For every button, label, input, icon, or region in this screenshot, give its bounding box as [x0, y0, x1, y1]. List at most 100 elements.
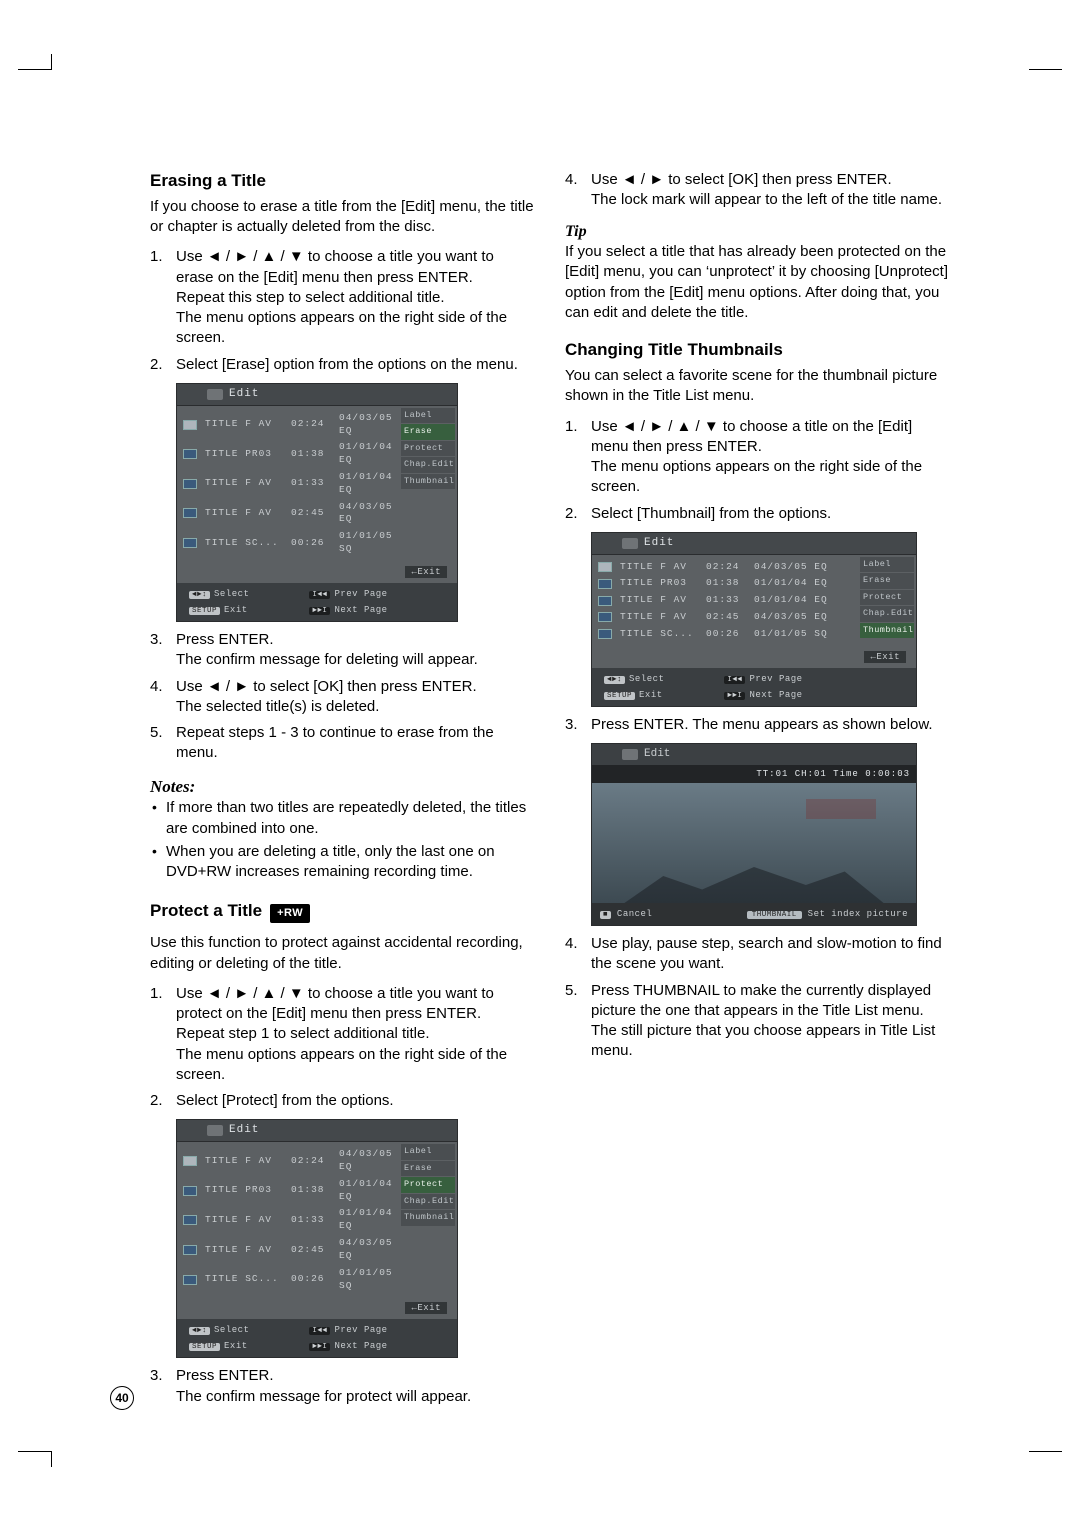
- rw-badge: +RW: [270, 904, 310, 923]
- step-1: Use ◄ / ► / ▲ / ▼ to choose a title you …: [150, 984, 535, 1085]
- table-row: TITLE F AV 02:45 04/03/05 EQ: [177, 499, 399, 529]
- title-name: TITLE SC...: [620, 628, 698, 641]
- hint: ◄►↕Select: [604, 673, 664, 685]
- title-dur: 00:26: [291, 537, 331, 550]
- title-dur: 01:33: [291, 1214, 331, 1227]
- opt-erase: Erase: [401, 1161, 455, 1176]
- edit-menu-header: Edit: [592, 533, 916, 555]
- title-name: TITLE PR03: [205, 448, 283, 461]
- table-row: TITLE SC...00:2601/01/05 SQ: [177, 1265, 399, 1295]
- step-text: Use ◄ / ► to select [OK] then press ENTE…: [176, 677, 535, 697]
- page-content: Erasing a Title If you choose to erase a…: [150, 170, 950, 1413]
- note-item: When you are deleting a title, only the …: [150, 842, 535, 883]
- left-column: Erasing a Title If you choose to erase a…: [150, 170, 535, 1413]
- step-1: Use ◄ / ► / ▲ / ▼ to choose a title you …: [150, 247, 535, 348]
- step-3: Press ENTER. The menu appears as shown b…: [565, 715, 950, 735]
- hint-text: Exit: [224, 1341, 248, 1351]
- hint-text: Set index picture: [808, 909, 908, 919]
- step-text: Use ◄ / ► to select [OK] then press ENTE…: [591, 170, 950, 190]
- title-rows: TITLE F AV02:2404/03/05 EQ TITLE PR0301:…: [592, 555, 858, 647]
- step-text: The lock mark will appear to the left of…: [591, 190, 950, 210]
- title-date: 04/03/05 EQ: [339, 412, 393, 438]
- step-text: The selected title(s) is deleted.: [176, 697, 535, 717]
- hint-text: Next Page: [334, 1341, 387, 1351]
- title-dur: 02:45: [291, 1244, 331, 1257]
- edit-menu-title: Edit: [229, 387, 259, 402]
- next-badge: ►►I: [309, 1343, 330, 1351]
- thumb-icon: [598, 612, 612, 622]
- edit-menu-body: TITLE F AV02:2404/03/05 EQ TITLE PR0301:…: [177, 1142, 457, 1298]
- step-4: Use play, pause step, search and slow-mo…: [565, 934, 950, 975]
- thumb-icon: [183, 1156, 197, 1166]
- erase-steps-2: Press ENTER. The confirm message for del…: [150, 630, 535, 764]
- hint: SETUPExit: [189, 604, 249, 616]
- title-date: 01/01/04 EQ: [754, 594, 852, 607]
- erase-intro: If you choose to erase a title from the …: [150, 197, 535, 238]
- title-dur: 01:38: [706, 577, 746, 590]
- edit-menu-footer: ◄►↕Select SETUPExit I◄◄Prev Page ►►INext…: [177, 1319, 457, 1357]
- nav-badge: ◄►↕: [189, 591, 210, 599]
- nav-badge: ◄►↕: [604, 676, 625, 684]
- exit-label: ←Exit: [864, 651, 906, 663]
- step-text: Use play, pause step, search and slow-mo…: [591, 934, 950, 975]
- exit-label: ←Exit: [405, 566, 447, 578]
- preview-header: Edit: [592, 744, 916, 765]
- title-date: 04/03/05 EQ: [339, 1237, 393, 1263]
- options-panel: Label Erase Protect Chap.Edit Thumbnail: [399, 406, 457, 562]
- hint-text: Select: [214, 589, 249, 599]
- title-rows: TITLE F AV02:2404/03/05 EQ TITLE PR0301:…: [177, 406, 399, 562]
- title-name: TITLE SC...: [205, 537, 283, 550]
- step-text: Repeat steps 1 - 3 to continue to erase …: [176, 723, 535, 764]
- title-date: 04/03/05 EQ: [754, 561, 852, 574]
- title-date: 01/01/05 SQ: [339, 1267, 393, 1293]
- table-row: TITLE PR0301:3801/01/04 EQ: [177, 439, 399, 469]
- table-row: TITLE PR0301:3801/01/04 EQ: [592, 575, 858, 592]
- crop-mark: [18, 1451, 51, 1452]
- step-text: Press THUMBNAIL to make the currently di…: [591, 981, 950, 1022]
- opt-thumbnail: Thumbnail: [401, 474, 455, 489]
- step-text: Repeat step 1 to select additional title…: [176, 1024, 535, 1044]
- edit-menu-body: TITLE F AV02:2404/03/05 EQ TITLE PR0301:…: [177, 406, 457, 562]
- opt-erase: Erase: [860, 573, 914, 588]
- step-text: The menu options appears on the right si…: [176, 1045, 535, 1086]
- step-3: Press ENTER. The confirm message for del…: [150, 630, 535, 671]
- crop-mark: [1029, 1451, 1062, 1452]
- step-text: Select [Erase] option from the options o…: [176, 355, 535, 375]
- preview-timecode: TT:01 CH:01 Time 0:00:03: [592, 765, 916, 783]
- thumbnail-preview-screenshot: Edit TT:01 CH:01 Time 0:00:03 ■ Cancel T…: [591, 743, 917, 926]
- thumb-icon: [183, 538, 197, 548]
- exit-row: ←Exit: [177, 562, 457, 583]
- table-row: TITLE F AV 02:45 04/03/05 EQ: [177, 1235, 399, 1265]
- footer-col: ◄►↕Select SETUPExit: [189, 1324, 249, 1352]
- table-row: TITLE F AV02:2404/03/05 EQ: [177, 410, 399, 440]
- title-name: TITLE F AV: [205, 1244, 283, 1257]
- title-date: 04/03/05 EQ: [754, 611, 852, 624]
- opt-label: Label: [401, 1144, 455, 1159]
- table-row: TITLE F AV02:2404/03/05 EQ: [177, 1146, 399, 1176]
- crop-mark: [1029, 69, 1062, 70]
- edit-menu-screenshot-thumbnail: Edit TITLE F AV02:2404/03/05 EQ TITLE PR…: [591, 532, 917, 707]
- step-5: Press THUMBNAIL to make the currently di…: [565, 981, 950, 1062]
- title-dur: 02:24: [706, 561, 746, 574]
- footer-col: ◄►↕Select SETUPExit: [604, 673, 664, 701]
- opt-protect-selected: Protect: [401, 1177, 455, 1192]
- protect-heading: Protect a Title: [150, 900, 262, 923]
- step-4: Use ◄ / ► to select [OK] then press ENTE…: [565, 170, 950, 211]
- hint-text: Prev Page: [334, 589, 387, 599]
- thumb-steps-2: Press ENTER. The menu appears as shown b…: [565, 715, 950, 735]
- edit-menu-footer: ◄►↕Select SETUPExit I◄◄Prev Page ►►INext…: [592, 668, 916, 706]
- hint-text: Exit: [224, 605, 248, 615]
- next-badge: ►►I: [309, 607, 330, 615]
- title-dur: 02:24: [291, 418, 331, 431]
- thumb-steps-1: Use ◄ / ► / ▲ / ▼ to choose a title on t…: [565, 417, 950, 524]
- hint: SETUPExit: [189, 1340, 249, 1352]
- title-name: TITLE F AV: [205, 507, 283, 520]
- protect-continued: Use ◄ / ► to select [OK] then press ENTE…: [565, 170, 950, 211]
- title-date: 04/03/05 EQ: [339, 501, 393, 527]
- hint-text: Prev Page: [749, 674, 802, 684]
- title-dur: 02:45: [291, 507, 331, 520]
- hint: ►►INext Page: [724, 689, 802, 701]
- title-dur: 01:33: [291, 477, 331, 490]
- preview-mark: [806, 799, 876, 819]
- hint-text: Cancel: [617, 909, 652, 919]
